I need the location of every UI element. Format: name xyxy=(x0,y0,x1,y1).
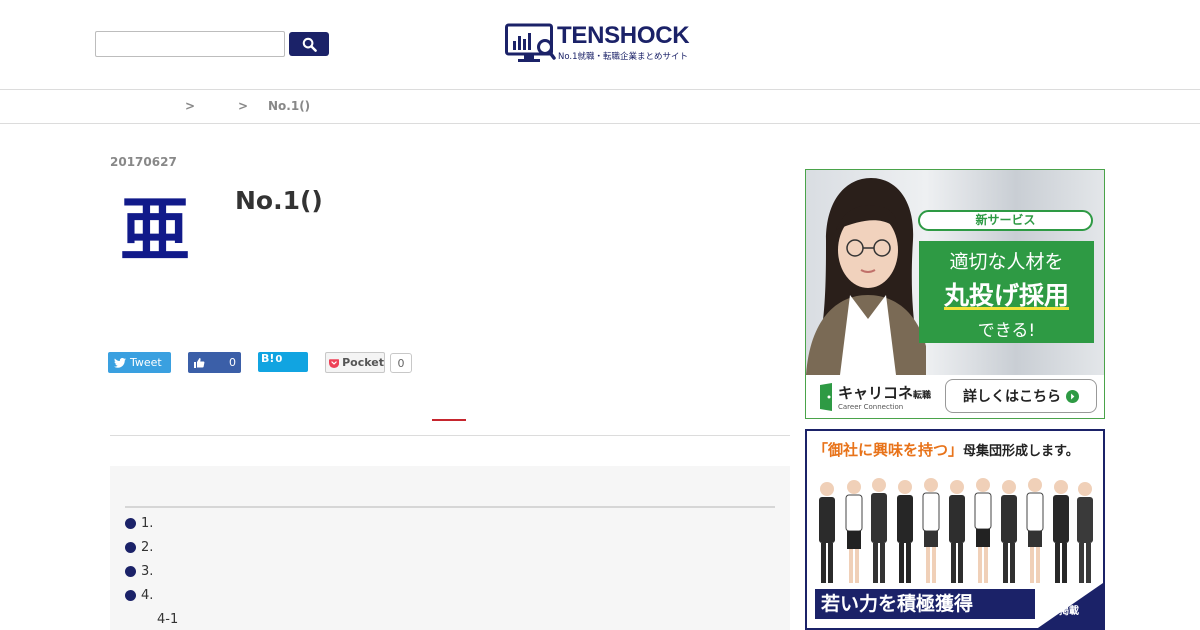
pocket-count: 0 xyxy=(390,353,412,373)
hatena-count: 0 xyxy=(275,354,283,365)
ad-line-3: できる! xyxy=(977,321,1036,341)
thumbs-up-icon xyxy=(194,357,205,368)
ad-badge: 新サービス xyxy=(918,210,1093,231)
bullet-icon xyxy=(125,566,136,577)
monitor-chart-icon xyxy=(505,23,556,62)
content-divider xyxy=(110,435,790,436)
search-input[interactable] xyxy=(95,31,285,57)
ad-banner-careercon[interactable]: 新サービス 適切な人材を 丸投げ採用 できる! キャリコネ転職 Career C… xyxy=(805,169,1105,419)
ad2-footer-small: のための 記事掲載 xyxy=(1039,591,1079,619)
logo-tagline: No.1就職・転職企業まとめサイト xyxy=(558,52,689,62)
breadcrumb-separator: > xyxy=(238,99,249,113)
toc-item[interactable]: 1. xyxy=(125,516,153,531)
post-thumbnail: 亜 xyxy=(120,190,190,270)
toc-rule xyxy=(125,506,775,508)
business-people-photo xyxy=(819,478,1093,583)
toc-item-label: 4. xyxy=(141,588,154,603)
ad-brand: キャリコネ xyxy=(838,384,914,402)
logo-text: TENSHOCK xyxy=(557,22,690,49)
pocket-label: Pocket xyxy=(342,356,384,369)
breadcrumb: > > No.1() xyxy=(0,90,1200,124)
ad-banner-recruit[interactable]: 「御社に興味を持つ」母集団形成します。 若い力を積極獲得 のための 記事掲載 xyxy=(805,429,1105,630)
toc-item[interactable]: 4. xyxy=(125,588,153,603)
toc-item[interactable]: 2. xyxy=(125,540,153,555)
toc-item-label: 2. xyxy=(141,540,154,555)
ad-cta-label: 詳しくはこちら xyxy=(963,389,1061,405)
site-logo[interactable]: TENSHOCK No.1就職・転職企業まとめサイト xyxy=(505,22,700,70)
breadcrumb-separator: > xyxy=(185,99,196,113)
search-button[interactable] xyxy=(289,32,329,56)
tweet-label: Tweet xyxy=(130,356,162,369)
businesswoman-photo xyxy=(806,178,926,375)
door-icon xyxy=(820,383,832,411)
tweet-button[interactable]: Tweet xyxy=(108,352,171,373)
page-title: No.1() xyxy=(235,186,323,215)
search-icon xyxy=(302,37,317,52)
ad2-headline-tail: 母集団形成します。 xyxy=(963,444,1079,459)
toc-item-label: 3. xyxy=(141,564,154,579)
arrow-circle-icon xyxy=(1066,389,1079,403)
ad-line-1: 適切な人材を xyxy=(949,251,1064,273)
post-date: 20170627 xyxy=(110,155,177,169)
ad-cta-button[interactable]: 詳しくはこちら xyxy=(945,379,1097,413)
ad-green-panel: 適切な人材を 丸投げ採用 できる! xyxy=(919,241,1094,343)
ad-badge-label: 新サービス xyxy=(975,213,1036,227)
pocket-icon xyxy=(329,358,340,368)
bullet-icon xyxy=(125,590,136,601)
section-accent-line xyxy=(432,419,466,421)
ad2-footer-main: 若い力を積極獲得 xyxy=(821,593,974,615)
site-header: TENSHOCK No.1就職・転職企業まとめサイト xyxy=(0,0,1200,90)
ad-brand-sub: Career Connection xyxy=(838,403,904,411)
toc-item[interactable]: 3. xyxy=(125,564,153,579)
bullet-icon xyxy=(125,542,136,553)
breadcrumb-current: No.1() xyxy=(268,99,311,113)
pocket-button[interactable]: Pocket xyxy=(325,352,385,373)
thumbnail-glyph: 亜 xyxy=(120,188,190,271)
hatena-label: B! xyxy=(261,352,275,365)
ad2-footer-small-2: 記事掲載 xyxy=(1039,606,1079,617)
ad2-headline: 「御社に興味を持つ」母集団形成します。 xyxy=(813,439,1079,460)
ad2-headline-accent: 「御社に興味を持つ」 xyxy=(813,441,964,459)
bullet-icon xyxy=(125,518,136,529)
table-of-contents: 1. 2. 3. 4. 4-1 xyxy=(110,466,790,630)
ad2-footer-band: 若い力を積極獲得 xyxy=(815,589,1035,619)
ad-bottom-bar: キャリコネ転職 Career Connection 詳しくはこちら xyxy=(806,375,1104,418)
facebook-like-button[interactable]: 0 xyxy=(188,352,241,373)
like-count: 0 xyxy=(229,356,236,369)
ad2-footer-small-1: のための xyxy=(1039,592,1079,603)
ad-line-2: 丸投げ採用 xyxy=(943,281,1069,310)
toc-item-label: 1. xyxy=(141,516,154,531)
twitter-bird-icon xyxy=(114,357,126,368)
ad-brand-suffix: 転職 xyxy=(913,391,932,401)
hatena-bookmark-button[interactable]: B! 0 xyxy=(258,352,308,372)
toc-sub-item[interactable]: 4-1 xyxy=(157,612,178,627)
